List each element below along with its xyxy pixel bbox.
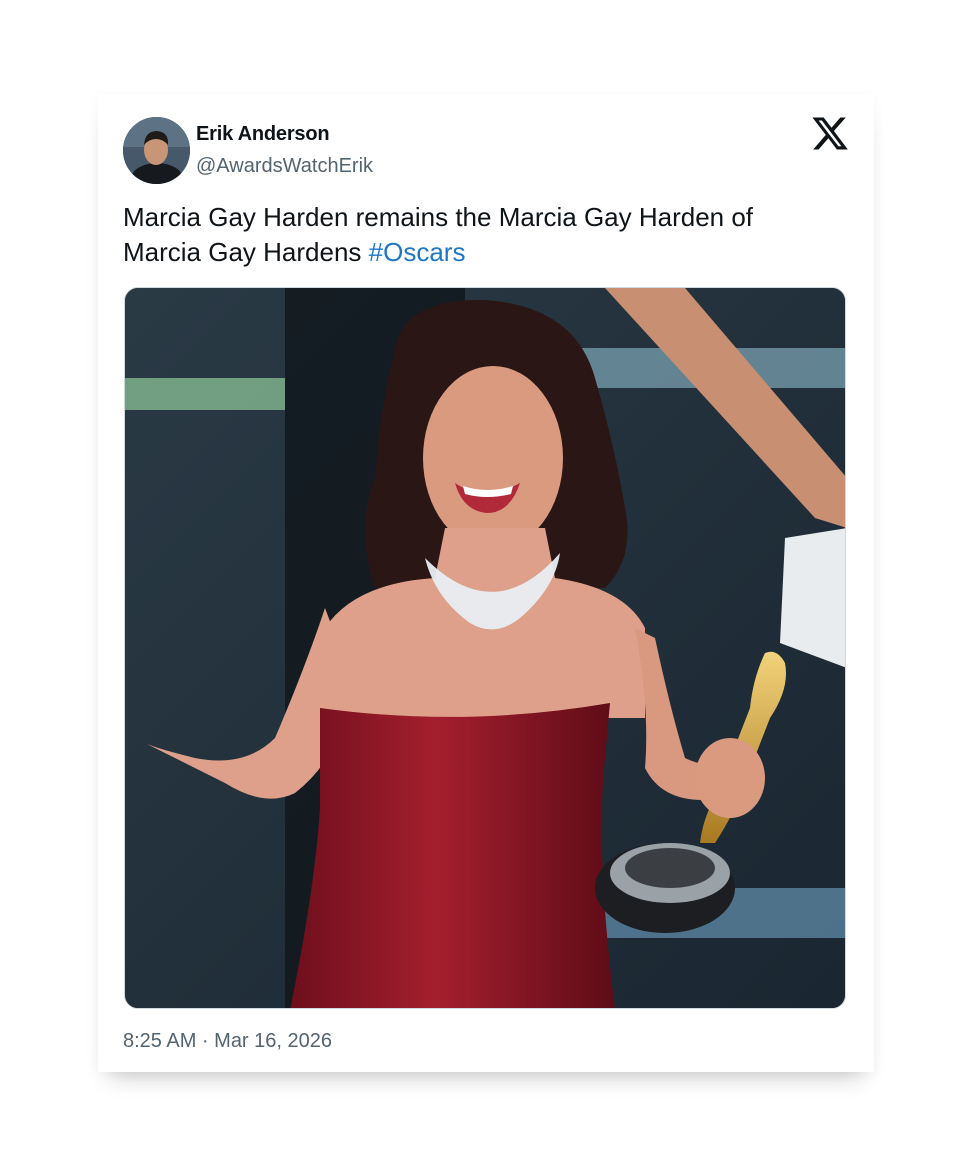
tweet-text: Marcia Gay Harden remains the Marcia Gay… [123,200,823,270]
x-logo-icon[interactable] [812,117,848,151]
hashtag-link[interactable]: #Oscars [369,237,466,267]
tweet-timestamp[interactable]: 8:25 AM · Mar 16, 2026 [123,1030,332,1053]
author-handle[interactable]: @AwardsWatchErik [196,155,373,178]
page: Erik Anderson @AwardsWatchErik Marcia Ga… [0,0,971,1173]
photo-image [125,288,845,1008]
author-display-name[interactable]: Erik Anderson [196,123,330,146]
author-avatar[interactable] [123,117,190,184]
tweet-photo[interactable] [124,287,846,1009]
avatar-image [123,117,190,184]
